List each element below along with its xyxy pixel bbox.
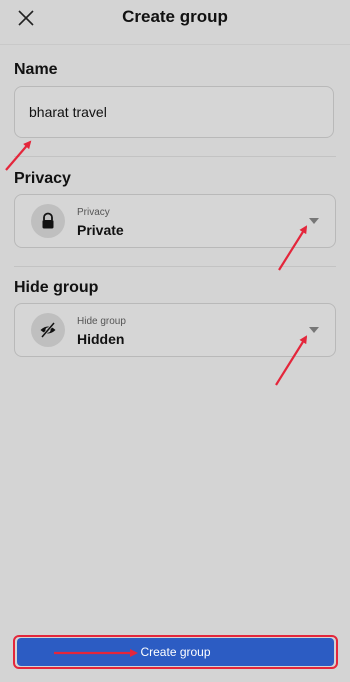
hide-group-field-label: Hide group — [77, 316, 126, 327]
page-title: Create group — [122, 7, 228, 26]
privacy-value: Private — [77, 222, 124, 238]
privacy-field-label: Privacy — [77, 207, 110, 218]
hide-group-value: Hidden — [77, 331, 125, 347]
divider — [14, 266, 336, 267]
hide-group-select[interactable]: Hide group Hidden — [14, 303, 336, 357]
privacy-icon-container — [31, 204, 65, 238]
chevron-down-icon — [309, 327, 319, 333]
group-name-field[interactable] — [14, 86, 334, 138]
create-group-button[interactable]: Create group — [17, 638, 334, 666]
lock-icon — [42, 212, 54, 229]
top-bar: Create group — [0, 0, 350, 45]
divider — [14, 156, 336, 157]
hide-group-label: Hide group — [14, 279, 99, 296]
privacy-select[interactable]: Privacy Private — [14, 194, 336, 248]
privacy-label: Privacy — [14, 170, 71, 187]
name-label: Name — [14, 61, 58, 78]
hide-icon-container — [31, 313, 65, 347]
chevron-down-icon — [309, 218, 319, 224]
group-name-input[interactable] — [29, 101, 309, 123]
eye-slash-icon — [40, 322, 56, 338]
